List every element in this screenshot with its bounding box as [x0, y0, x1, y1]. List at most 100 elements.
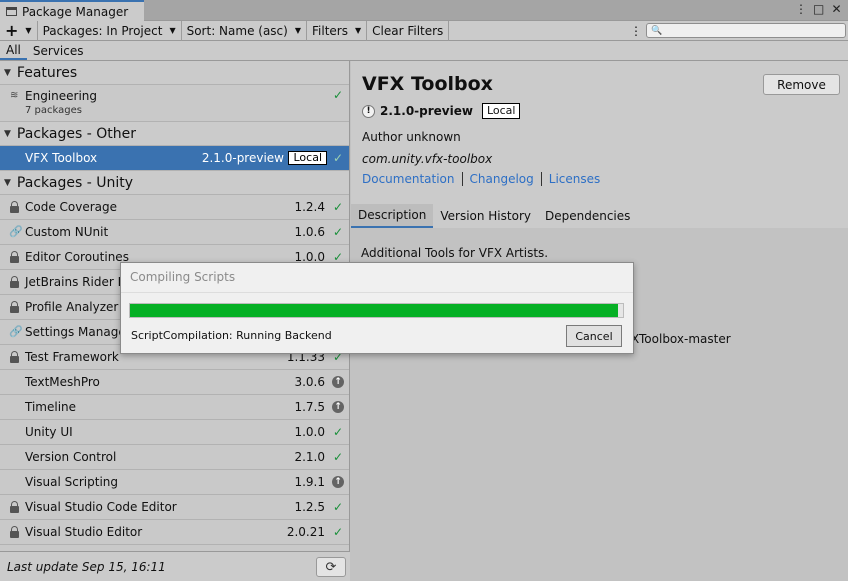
lock-icon — [10, 526, 19, 538]
tab-title: Package Manager — [22, 4, 129, 19]
group-packages-unity[interactable]: ▼ Packages - Unity — [0, 171, 349, 195]
tab-all[interactable]: All — [0, 41, 27, 60]
tab-dependencies[interactable]: Dependencies — [538, 204, 637, 228]
local-badge: Local — [481, 103, 521, 119]
refresh-button[interactable]: ⟳ — [316, 557, 346, 577]
lock-icon — [10, 501, 19, 513]
package-name: Unity UI — [25, 425, 73, 439]
check-icon: ✓ — [332, 425, 344, 439]
package-row[interactable]: Visual Studio Editor 2.0.21 ✓ — [0, 520, 349, 545]
package-row[interactable]: Code Coverage 1.2.4 ✓ — [0, 195, 349, 220]
package-row[interactable]: Visual Scripting 1.9.1 ↑ — [0, 470, 349, 495]
chevron-down-icon: ▼ — [25, 26, 32, 35]
remove-button[interactable]: Remove — [763, 74, 840, 95]
kebab-menu-icon[interactable]: ⋮ — [795, 2, 807, 16]
clear-filters-button[interactable]: Clear Filters — [367, 20, 450, 41]
package-version: 2.1.0 — [294, 450, 325, 464]
check-icon: ✓ — [332, 88, 343, 102]
feature-stack-icon: ≋ — [10, 90, 19, 101]
author-text: Author unknown — [362, 130, 461, 144]
package-name: Visual Studio Code Editor — [25, 500, 177, 514]
packages-dropdown[interactable]: Packages: In Project ▼ — [38, 20, 182, 41]
refresh-icon: ⟳ — [325, 559, 337, 575]
package-version: 1.7.5 — [294, 400, 325, 414]
path-fragment-text: XToolbox-master — [631, 332, 731, 346]
link-icon: 🔗 — [9, 225, 23, 238]
package-title: VFX Toolbox — [362, 73, 493, 95]
package-version: 1.0.6 — [294, 225, 325, 239]
local-badge: Local — [288, 151, 327, 165]
dialog-divider — [121, 292, 633, 293]
package-row[interactable]: 🔗 Custom NUnit 1.0.6 ✓ — [0, 220, 349, 245]
expand-triangle-icon: ▼ — [4, 177, 11, 188]
changelog-link[interactable]: Changelog — [461, 172, 541, 186]
cancel-button[interactable]: Cancel — [566, 325, 622, 347]
unity-package-list: Code Coverage 1.2.4 ✓ 🔗 Custom NUnit 1.0.6 ✓ Ed… — [0, 195, 349, 545]
package-name: Code Coverage — [25, 200, 118, 214]
tab-version-history[interactable]: Version History — [433, 204, 538, 228]
last-update-text: Last update Sep 15, 16:11 — [7, 559, 166, 574]
lock-icon — [10, 251, 19, 263]
package-name: Timeline — [25, 400, 77, 414]
toolbar-menu-icon[interactable]: ⋮ — [626, 24, 646, 38]
documentation-link[interactable]: Documentation — [362, 172, 462, 186]
package-version: 1.0.0 — [294, 425, 325, 439]
toolbar: + ▼ Packages: In Project ▼ Sort: Name (a… — [0, 20, 848, 41]
check-icon: ✓ — [332, 500, 344, 514]
check-icon: ✓ — [332, 525, 344, 539]
chevron-down-icon: ▼ — [169, 26, 176, 35]
detail-version: 2.1.0-preview — [380, 104, 473, 118]
scope-tabs: All Services — [0, 41, 848, 61]
package-name: Settings Manager — [25, 325, 131, 339]
group-features[interactable]: ▼ Features — [0, 61, 349, 85]
lock-icon — [10, 351, 19, 363]
compiling-scripts-dialog: Compiling Scripts ScriptCompilation: Run… — [120, 262, 634, 354]
group-label: Packages - Unity — [16, 174, 133, 191]
search-icon: 🔍 — [651, 25, 663, 36]
package-manager-tab[interactable]: Package Manager — [0, 0, 144, 21]
packages-dropdown-label: Packages: In Project — [42, 23, 163, 38]
feature-item-engineering[interactable]: ≋ Engineering 7 packages ✓ — [0, 85, 349, 122]
detail-header: VFX Toolbox Remove ! 2.1.0-preview Local… — [351, 61, 848, 228]
package-row-vfx-toolbox[interactable]: VFX Toolbox 2.1.0-preview Local ✓ — [0, 146, 349, 171]
feature-name: Engineering — [25, 89, 97, 103]
lock-icon — [10, 201, 19, 213]
package-name: Editor Coroutines — [25, 250, 129, 264]
package-row[interactable]: Version Control 2.1.0 ✓ — [0, 445, 349, 470]
package-row[interactable]: Unity UI 1.0.0 ✓ — [0, 420, 349, 445]
dialog-status-text: ScriptCompilation: Running Backend — [131, 329, 332, 342]
progress-fill — [130, 304, 619, 317]
window-controls: ⋮ □ ✕ — [795, 2, 842, 16]
package-row[interactable]: TextMeshPro 3.0.6 ↑ — [0, 370, 349, 395]
package-row[interactable]: Timeline 1.7.5 ↑ — [0, 395, 349, 420]
feature-package-count: 7 packages — [25, 105, 82, 116]
package-name: Version Control — [25, 450, 117, 464]
detail-tabs: Description Version History Dependencies — [351, 204, 637, 228]
add-package-button[interactable]: + ▼ — [0, 20, 38, 41]
group-packages-other[interactable]: ▼ Packages - Other — [0, 122, 349, 146]
package-row[interactable]: Visual Studio Code Editor 1.2.5 ✓ — [0, 495, 349, 520]
package-id: com.unity.vfx-toolbox — [362, 152, 493, 166]
licenses-link[interactable]: Licenses — [540, 172, 608, 186]
expand-triangle-icon: ▼ — [4, 128, 11, 139]
search-input[interactable]: 🔍 — [646, 23, 846, 38]
group-label: Packages - Other — [16, 125, 136, 142]
package-name: Test Framework — [25, 350, 119, 364]
update-available-icon: ↑ — [332, 375, 344, 389]
detail-links: Documentation Changelog Licenses — [362, 172, 607, 186]
package-version: 1.2.5 — [294, 500, 325, 514]
sort-dropdown[interactable]: Sort: Name (asc) ▼ — [182, 20, 307, 41]
maximize-icon[interactable]: □ — [813, 2, 824, 16]
check-icon: ✓ — [332, 200, 344, 214]
package-name: TextMeshPro — [25, 375, 100, 389]
filters-dropdown-label: Filters — [312, 23, 348, 38]
package-name: Visual Studio Editor — [25, 525, 143, 539]
version-line: ! 2.1.0-preview Local — [362, 103, 521, 119]
check-icon: ✓ — [332, 151, 344, 165]
tab-services[interactable]: Services — [27, 41, 90, 60]
package-name: Custom NUnit — [25, 225, 109, 239]
filters-dropdown[interactable]: Filters ▼ — [307, 20, 368, 41]
tab-description[interactable]: Description — [351, 204, 434, 228]
close-icon[interactable]: ✕ — [831, 2, 842, 16]
dialog-title: Compiling Scripts — [130, 270, 236, 284]
